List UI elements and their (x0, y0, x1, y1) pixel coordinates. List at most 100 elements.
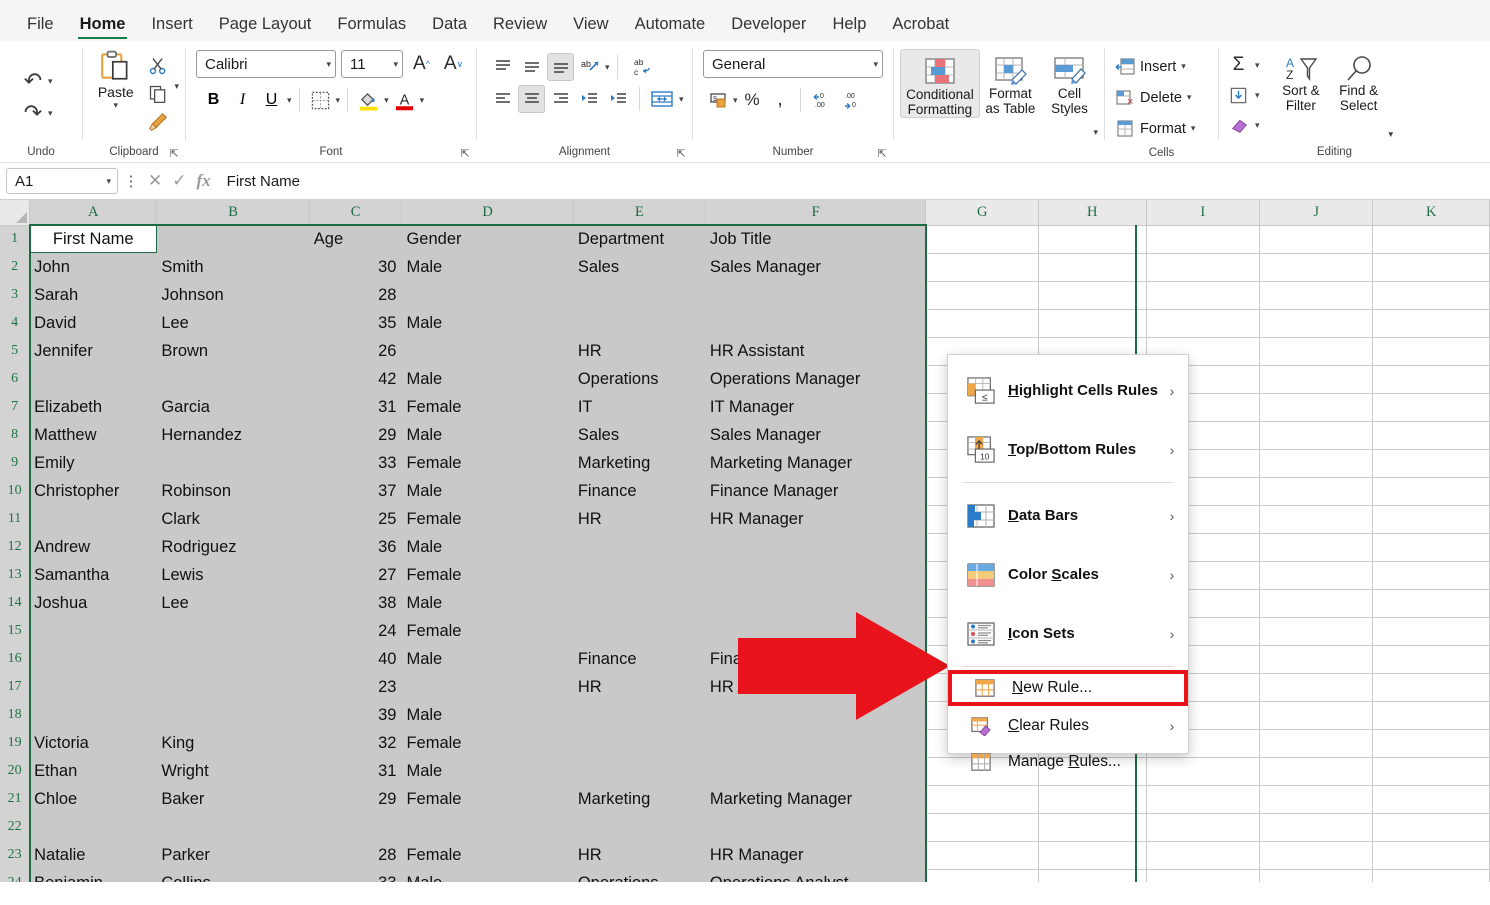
cell-K15[interactable] (1372, 617, 1490, 646)
cell-D20[interactable]: Male (401, 757, 574, 786)
cell-B15[interactable] (156, 617, 310, 646)
chevron-down-icon[interactable]: ▾ (48, 76, 53, 87)
cancel-entry-icon[interactable]: ✕ (148, 171, 162, 191)
column-header-D[interactable]: D (401, 200, 574, 226)
cell-A11[interactable] (29, 505, 158, 534)
cell-D16[interactable]: Male (401, 645, 574, 674)
cell-B18[interactable] (156, 701, 310, 730)
paste-button[interactable]: Paste ▾ (89, 49, 142, 111)
cell-C8[interactable]: 29 (309, 421, 403, 450)
cell-K2[interactable] (1372, 253, 1490, 282)
cell-J11[interactable] (1259, 505, 1374, 534)
cell-C19[interactable]: 32 (309, 729, 403, 758)
cell-J15[interactable] (1259, 617, 1374, 646)
cell-I2[interactable] (1146, 253, 1261, 282)
cell-E7[interactable]: IT (573, 393, 706, 422)
cell-I22[interactable] (1146, 813, 1261, 842)
cell-J9[interactable] (1259, 449, 1374, 478)
cell-K11[interactable] (1372, 505, 1490, 534)
cell-E11[interactable]: HR (573, 505, 706, 534)
ribbon-tab-home[interactable]: Home (67, 15, 139, 42)
chevron-down-icon[interactable]: ▾ (1187, 92, 1192, 103)
cell-F21[interactable]: Marketing Manager (705, 785, 927, 814)
chevron-down-icon[interactable]: ▾ (873, 59, 878, 70)
italic-button[interactable]: I (229, 86, 256, 114)
cell-J22[interactable] (1259, 813, 1374, 842)
cell-J16[interactable] (1259, 645, 1374, 674)
cell-J20[interactable] (1259, 757, 1374, 786)
cell-B2[interactable]: Smith (156, 253, 310, 282)
fill-color-button[interactable] (355, 86, 382, 114)
number-dialog-launcher[interactable]: ⇱ (876, 148, 888, 160)
chevron-down-icon[interactable]: ▾ (605, 62, 610, 73)
cell-J19[interactable] (1259, 729, 1374, 758)
cell-J24[interactable] (1259, 869, 1374, 882)
clear-button[interactable] (1225, 111, 1252, 139)
row-header-15[interactable]: 15 (0, 617, 31, 646)
cell-C24[interactable]: 33 (309, 869, 403, 882)
cell-J2[interactable] (1259, 253, 1374, 282)
cell-D8[interactable]: Male (401, 421, 574, 450)
cell-F7[interactable]: IT Manager (705, 393, 927, 422)
cell-E5[interactable]: HR (573, 337, 706, 366)
row-header-24[interactable]: 24 (0, 869, 31, 882)
cell-A13[interactable]: Samantha (29, 561, 158, 590)
cell-F9[interactable]: Marketing Manager (705, 449, 927, 478)
cell-C4[interactable]: 35 (309, 309, 403, 338)
format-painter-button[interactable] (142, 109, 174, 135)
cell-E6[interactable]: Operations (573, 365, 706, 394)
cell-F1[interactable]: Job Title (705, 225, 927, 254)
cell-A24[interactable]: Benjamin (29, 869, 158, 882)
cell-E18[interactable] (573, 701, 706, 730)
ribbon-tab-help[interactable]: Help (819, 15, 879, 42)
chevron-down-icon[interactable]: ▾ (1255, 120, 1260, 131)
accounting-format-button[interactable]: $ (705, 86, 732, 114)
cell-D18[interactable]: Male (401, 701, 574, 730)
cell-K23[interactable] (1372, 841, 1490, 870)
cell-B22[interactable] (156, 813, 310, 842)
cell-E3[interactable] (573, 281, 706, 310)
cell-E23[interactable]: HR (573, 841, 706, 870)
cell-K21[interactable] (1372, 785, 1490, 814)
cell-E17[interactable]: HR (573, 673, 706, 702)
menu-item-highlight-cells-rules[interactable]: ≤ Highlight Cells Rules › (948, 361, 1188, 420)
cell-E8[interactable]: Sales (573, 421, 706, 450)
cell-A15[interactable] (29, 617, 158, 646)
font-dialog-launcher[interactable]: ⇱ (459, 148, 471, 160)
fill-button[interactable] (1225, 81, 1252, 109)
increase-decimal-button[interactable]: 0 .00 (807, 86, 837, 114)
row-header-22[interactable]: 22 (0, 813, 31, 842)
cell-C12[interactable]: 36 (309, 533, 403, 562)
cell-F2[interactable]: Sales Manager (705, 253, 927, 282)
cell-E22[interactable] (573, 813, 706, 842)
cell-C13[interactable]: 27 (309, 561, 403, 590)
column-header-H[interactable]: H (1038, 200, 1147, 226)
cell-B24[interactable]: Collins (156, 869, 310, 882)
cell-G2[interactable] (925, 253, 1039, 282)
cell-I3[interactable] (1146, 281, 1261, 310)
cell-D12[interactable]: Male (401, 533, 574, 562)
formula-input[interactable] (220, 168, 1484, 194)
row-header-16[interactable]: 16 (0, 645, 31, 674)
cell-B4[interactable]: Lee (156, 309, 310, 338)
cut-button[interactable] (142, 53, 174, 79)
cell-D24[interactable]: Male (401, 869, 574, 882)
ribbon-tab-automate[interactable]: Automate (622, 15, 719, 42)
bold-button[interactable]: B (200, 86, 227, 114)
cell-I21[interactable] (1146, 785, 1261, 814)
row-header-21[interactable]: 21 (0, 785, 31, 814)
cell-B7[interactable]: Garcia (156, 393, 310, 422)
chevron-down-icon[interactable]: ▾ (1388, 129, 1393, 140)
column-header-B[interactable]: B (156, 200, 310, 226)
column-header-G[interactable]: G (925, 200, 1039, 226)
ribbon-tab-review[interactable]: Review (480, 15, 560, 42)
row-header-11[interactable]: 11 (0, 505, 31, 534)
cell-G21[interactable] (925, 785, 1039, 814)
chevron-down-icon[interactable]: ▾ (106, 176, 111, 187)
row-header-14[interactable]: 14 (0, 589, 31, 618)
chevron-down-icon[interactable]: ▾ (48, 108, 53, 119)
cell-A21[interactable]: Chloe (29, 785, 158, 814)
cell-A19[interactable]: Victoria (29, 729, 158, 758)
chevron-down-icon[interactable]: ▾ (1093, 127, 1098, 138)
cell-H24[interactable] (1038, 869, 1147, 882)
